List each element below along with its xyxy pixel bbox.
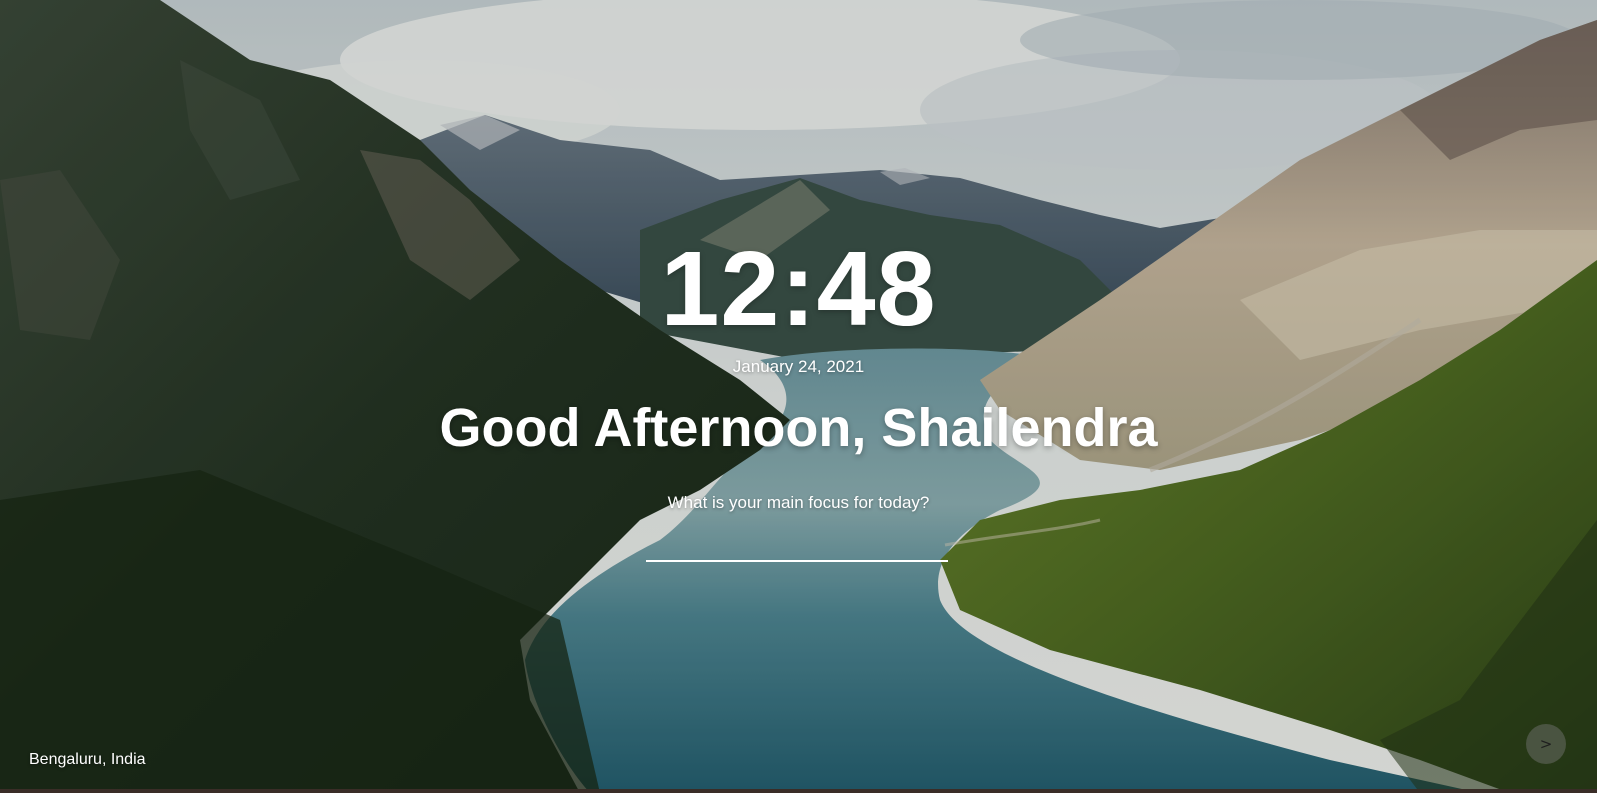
current-date: January 24, 2021 [732, 357, 865, 376]
next-background-button[interactable]: > [1526, 724, 1566, 764]
chevron-right-icon: > [1539, 735, 1553, 753]
clock-time: 12:48 [660, 230, 937, 348]
focus-question: What is your main focus for today? [667, 493, 930, 512]
dashboard-overlay: 12:48 January 24, 2021 Good Afternoon, S… [0, 0, 1597, 793]
new-tab-page: 12:48 January 24, 2021 Good Afternoon, S… [0, 0, 1597, 793]
greeting-heading: Good Afternoon, Shailendra [439, 398, 1158, 458]
bottom-edge-strip [0, 789, 1597, 793]
location-label: Bengaluru, India [29, 751, 146, 768]
main-focus-input[interactable] [646, 530, 948, 562]
